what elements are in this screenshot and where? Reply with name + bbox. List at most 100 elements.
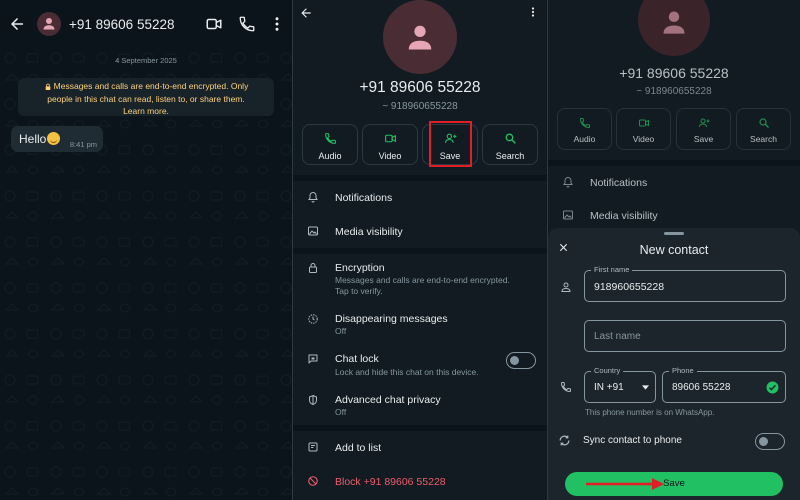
red-arrow-icon xyxy=(586,478,664,490)
image-icon xyxy=(563,210,573,220)
phone-value: 89606 55228 xyxy=(672,382,731,393)
chat-lock-toggle[interactable] xyxy=(506,352,536,369)
phone-field[interactable]: Phone 89606 55228 xyxy=(662,366,786,403)
first-name-value: 918960655228 xyxy=(594,281,665,293)
more-vert-icon[interactable] xyxy=(527,6,539,18)
contact-number: +91 89606 55228 xyxy=(619,65,729,81)
sync-icon xyxy=(559,435,570,446)
phone-icon xyxy=(325,133,336,144)
person-icon xyxy=(663,11,685,34)
sheet-title: New contact xyxy=(639,243,709,257)
chat-screen: +91 89606 55228 4 September 2025 Message… xyxy=(0,0,292,500)
person-outline-icon xyxy=(561,282,571,292)
encryption-desc: Messages and calls are end-to-end encryp… xyxy=(335,275,510,285)
message-time: 8:41 pm xyxy=(69,140,97,149)
video-icon xyxy=(639,119,649,127)
add-list-icon xyxy=(308,442,318,452)
lock-icon xyxy=(45,83,50,90)
video-label: Video xyxy=(378,151,402,161)
chat-lock-desc: Lock and hide this chat on this device. xyxy=(335,367,479,377)
disappearing-messages-item[interactable]: Disappearing messages xyxy=(335,313,448,325)
video-call-icon[interactable] xyxy=(205,15,223,33)
contact-avatar[interactable] xyxy=(37,12,61,36)
bell-icon xyxy=(308,191,318,203)
search-icon xyxy=(505,133,516,144)
media-visibility-item[interactable]: Media visibility xyxy=(335,226,403,238)
lock-icon xyxy=(309,263,317,273)
contact-profile-photo xyxy=(638,0,710,56)
verified-check-icon xyxy=(766,381,779,394)
dropdown-arrow-icon xyxy=(642,385,649,390)
save-highlight-box xyxy=(429,121,472,167)
search-label: Search xyxy=(495,151,525,161)
message-bubble[interactable]: Hello 8:41 pm xyxy=(11,126,103,152)
background-contact-info: +91 89606 55228 ~ 918960655228 Audio Vid… xyxy=(548,0,800,228)
more-vert-icon[interactable] xyxy=(268,15,286,33)
contact-info-screen: +91 89606 55228 ~ 918960655228 Audio Vid… xyxy=(293,0,547,500)
block-icon xyxy=(308,476,318,486)
video-label: Video xyxy=(632,134,655,144)
advanced-privacy-item[interactable]: Advanced chat privacy xyxy=(335,394,441,406)
save-action-button: Save xyxy=(676,108,731,150)
phone-outline-icon xyxy=(560,382,571,393)
chat-lock-item[interactable]: Chat lock xyxy=(335,353,379,365)
search-action-button: Search xyxy=(736,108,791,150)
new-contact-screen: +91 89606 55228 ~ 918960655228 Audio Vid… xyxy=(548,0,800,500)
encryption-desc-2: Tap to verify. xyxy=(335,286,383,296)
chat-lock-icon xyxy=(308,354,318,364)
whatsapp-note: This phone number is on WhatsApp. xyxy=(585,408,715,417)
phone-icon xyxy=(579,118,590,129)
encryption-notice[interactable]: Messages and calls are end-to-end encryp… xyxy=(18,78,274,116)
video-action-button: Video xyxy=(616,108,671,150)
contact-subtitle: ~ 918960655228 xyxy=(382,101,458,112)
chat-title[interactable]: +91 89606 55228 xyxy=(69,17,174,32)
video-action-button[interactable]: Video xyxy=(362,124,418,165)
first-name-field[interactable]: First name 918960655228 xyxy=(584,265,786,302)
person-icon xyxy=(408,25,432,50)
country-value: IN +91 xyxy=(594,382,624,393)
media-visibility-item: Media visibility xyxy=(590,210,658,222)
new-contact-sheet: New contact First name 918960655228 Last… xyxy=(548,228,800,500)
person-icon xyxy=(43,18,55,30)
disappearing-value: Off xyxy=(335,326,347,336)
contact-subtitle: ~ 918960655228 xyxy=(636,86,712,97)
save-label: Save xyxy=(693,134,714,144)
country-label: Country xyxy=(591,366,624,375)
back-arrow-icon[interactable] xyxy=(299,6,313,20)
back-arrow-icon[interactable] xyxy=(8,15,26,33)
bell-icon xyxy=(563,176,573,188)
image-icon xyxy=(308,226,318,236)
learn-more-link[interactable]: Learn more. xyxy=(18,105,274,118)
chat-header: +91 89606 55228 xyxy=(0,0,292,48)
search-label: Search xyxy=(750,134,777,144)
add-to-list-item[interactable]: Add to list xyxy=(335,442,381,454)
encryption-line-2: people in this chat can read, listen to,… xyxy=(47,93,245,104)
voice-call-icon[interactable] xyxy=(238,15,256,33)
encryption-item[interactable]: Encryption xyxy=(335,262,385,274)
audio-action-button[interactable]: Audio xyxy=(302,124,358,165)
block-contact-item[interactable]: Block +91 89606 55228 xyxy=(335,476,446,488)
shield-icon xyxy=(309,394,317,406)
encryption-line-1: Messages and calls are end-to-end encryp… xyxy=(53,81,249,91)
last-name-field[interactable]: Last name xyxy=(584,320,786,352)
last-name-placeholder: Last name xyxy=(594,331,641,342)
contact-number: +91 89606 55228 xyxy=(359,79,481,96)
add-person-icon xyxy=(699,118,710,128)
first-name-label: First name xyxy=(591,265,633,274)
advanced-privacy-value: Off xyxy=(335,407,347,417)
smiling-face-emoji-icon xyxy=(47,132,61,145)
sync-contact-label: Sync contact to phone xyxy=(583,435,682,446)
message-text: Hello xyxy=(19,132,47,146)
notifications-item[interactable]: Notifications xyxy=(335,192,392,204)
sheet-drag-handle[interactable] xyxy=(664,232,684,235)
audio-label: Audio xyxy=(573,134,596,144)
search-icon xyxy=(759,118,769,128)
notifications-item: Notifications xyxy=(590,177,648,189)
country-select[interactable]: Country IN +91 xyxy=(584,366,656,403)
search-action-button[interactable]: Search xyxy=(482,124,538,165)
contact-profile-photo[interactable] xyxy=(383,0,457,74)
phone-label: Phone xyxy=(669,366,697,375)
video-icon xyxy=(385,134,396,143)
sync-contact-toggle[interactable] xyxy=(755,433,785,450)
timer-icon xyxy=(308,314,318,324)
